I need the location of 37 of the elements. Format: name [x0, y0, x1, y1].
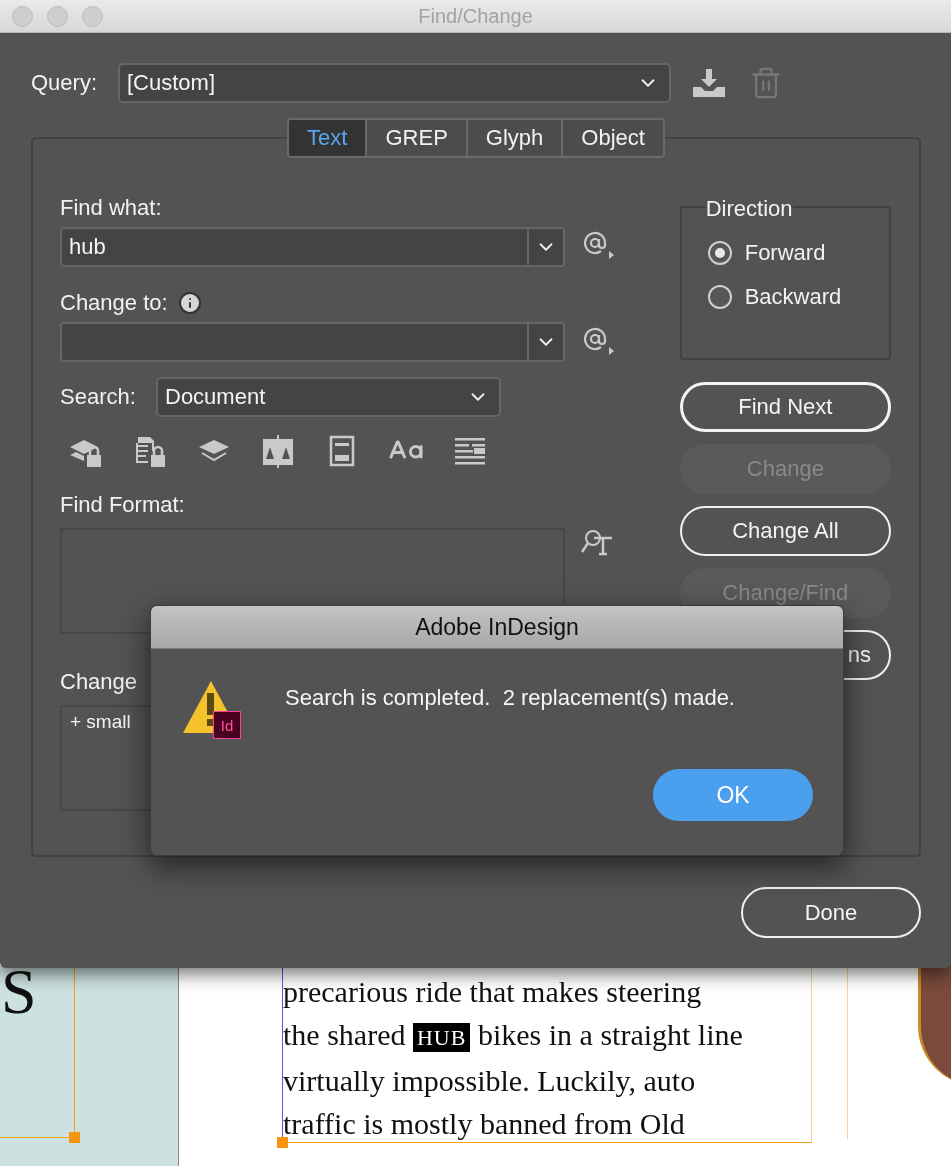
alert-title: Adobe InDesign [151, 606, 843, 649]
find-format-label: Find Format: [60, 492, 185, 518]
window-title: Find/Change [418, 4, 533, 28]
find-format-icon[interactable] [581, 527, 615, 557]
tab[interactable]: Glyph [465, 120, 562, 156]
direction-radio[interactable]: Forward [707, 240, 863, 266]
change-to-field[interactable] [60, 322, 565, 362]
action-button[interactable]: Change All [679, 506, 891, 556]
change-to-label: Change to: [60, 290, 168, 316]
action-button[interactable]: Find Next [679, 382, 891, 432]
text-line: traffic is mostly banned from Old [283, 1106, 686, 1142]
radio-button[interactable] [707, 285, 732, 309]
direction-radio[interactable]: Backward [707, 284, 863, 310]
query-label: Query: [31, 70, 99, 96]
text-line: the shared HUB bikes in a straight line [283, 1017, 744, 1054]
tab[interactable]: Text [289, 120, 366, 156]
text-line: virtually impossible. Luckily, auto [283, 1063, 697, 1099]
radio-button[interactable] [707, 241, 732, 265]
book-icon[interactable] [260, 433, 296, 469]
tab[interactable]: GREP [365, 120, 466, 156]
query-dropdown[interactable]: [Custom] [118, 63, 671, 103]
done-button[interactable]: Done [741, 887, 921, 938]
change-format-label: Change [60, 669, 138, 695]
search-dropdown[interactable]: Document [156, 377, 501, 417]
tab[interactable]: Object [561, 120, 663, 156]
save-query-icon[interactable] [691, 67, 727, 99]
frame-handle[interactable] [69, 1132, 80, 1143]
search-label: Search: [60, 384, 137, 410]
text-line: precarious ride that makes steering [283, 974, 703, 1010]
find-what-field[interactable]: hub [60, 227, 565, 267]
format-item: + small [70, 711, 131, 732]
frame-handle[interactable] [277, 1137, 288, 1148]
app-badge: Id [213, 711, 241, 739]
drop-letter: S [1, 960, 37, 1024]
find-what-label: Find what: [60, 195, 162, 221]
alert-message: Search is completed. 2 replacement(s) made. [285, 685, 735, 711]
info-icon[interactable] [177, 291, 202, 315]
